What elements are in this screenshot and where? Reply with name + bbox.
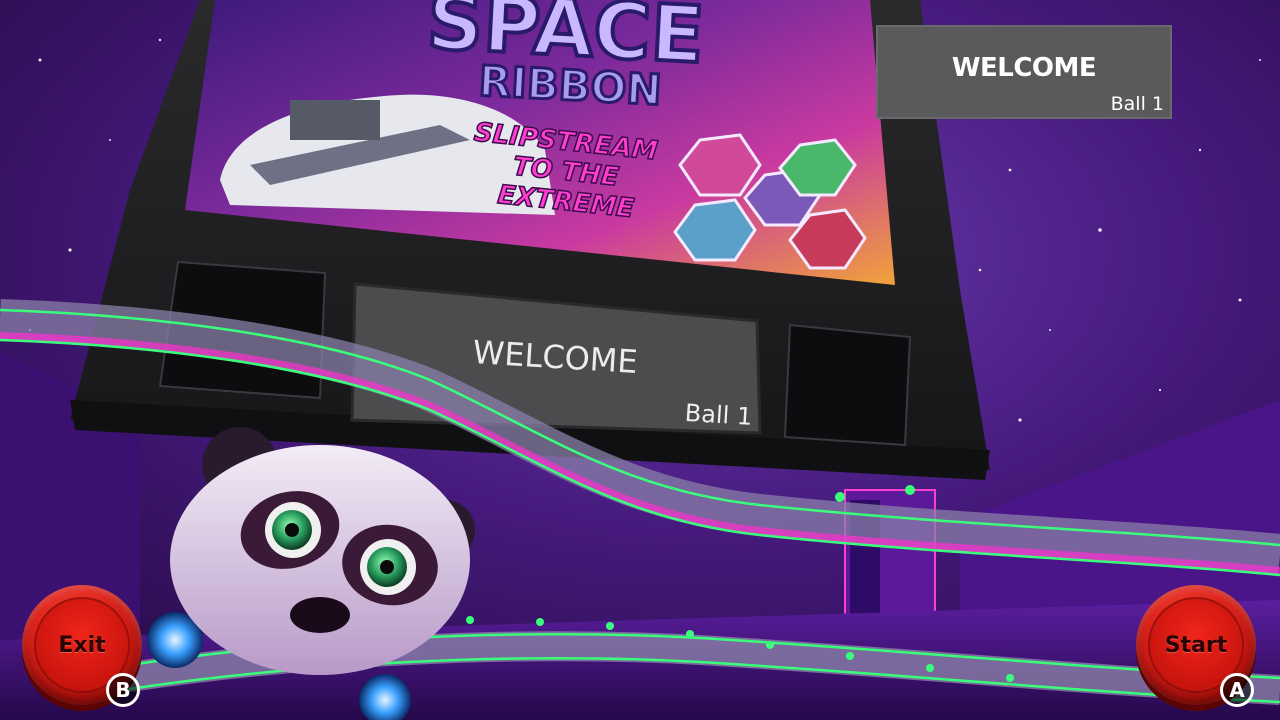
table-dmd-ball: Ball 1 (684, 399, 753, 431)
backbox-cabinet: SPACE RIBBON SLIPSTREAM TO THE EXTREME W… (70, 0, 990, 480)
speaker-grille-right (783, 323, 912, 447)
a-button-icon: A (1220, 673, 1254, 707)
hud-dmd-display: WELCOME Ball 1 (876, 25, 1172, 119)
backglass-subtitle: RIBBON (478, 56, 663, 115)
exit-button-label: Exit (58, 632, 106, 658)
start-button-label: Start (1164, 632, 1228, 658)
hud-dmd-message: WELCOME (951, 53, 1097, 83)
b-button-icon: B (106, 673, 140, 707)
hud-dmd-ball: Ball 1 (1110, 93, 1164, 115)
